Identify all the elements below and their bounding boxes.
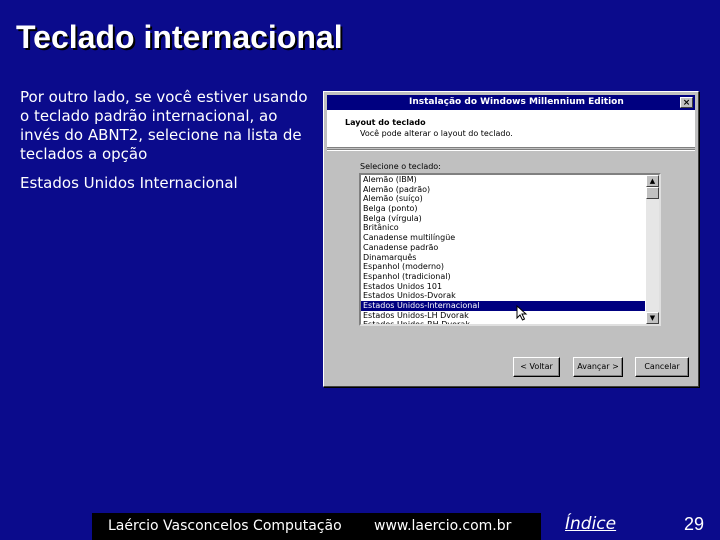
divider <box>327 149 695 151</box>
header-title: Layout do teclado <box>345 118 426 127</box>
footer-company: Laércio Vasconcelos Computação <box>108 518 342 534</box>
list-item[interactable]: Canadense padrão <box>361 243 645 253</box>
list-item[interactable]: Belga (ponto) <box>361 204 645 214</box>
page-number: 29 <box>684 514 705 534</box>
list-item[interactable]: Belga (vírgula) <box>361 214 645 224</box>
list-item[interactable]: Britânico <box>361 223 645 233</box>
keyboard-list-items: Alemão (IBM) Alemão (padrão) Alemão (suíço… <box>361 175 645 324</box>
list-item[interactable]: Alemão (IBM) <box>361 175 645 185</box>
list-item[interactable]: Alemão (padrão) <box>361 185 645 195</box>
keyboard-listbox[interactable]: Alemão (IBM) Alemão (padrão) Alemão (suíço… <box>359 173 661 326</box>
keyboard-list-label: Selecione o teclado: <box>360 162 441 171</box>
scroll-down-icon[interactable]: ▼ <box>646 312 659 324</box>
list-item[interactable]: Estados Unidos-LH Dvorak <box>361 311 645 321</box>
list-item[interactable]: Estados Unidos-Dvorak <box>361 291 645 301</box>
list-item[interactable]: Canadense multilíngüe <box>361 233 645 243</box>
list-item[interactable]: Estados Unidos 101 <box>361 282 645 292</box>
close-icon[interactable]: × <box>680 97 693 108</box>
slide-body: Por outro lado, se você estiver usando o… <box>20 88 312 193</box>
mouse-cursor-icon <box>516 305 528 321</box>
header-subtitle: Você pode alterar o layout do teclado. <box>360 129 513 138</box>
dialog-title: Instalação do Windows Millennium Edition <box>409 97 624 107</box>
list-item[interactable]: Dinamarquês <box>361 253 645 263</box>
list-item[interactable]: Espanhol (moderno) <box>361 262 645 272</box>
index-link[interactable]: Índice <box>565 514 616 534</box>
next-button[interactable]: Avançar > <box>573 357 623 377</box>
list-item[interactable]: Estados Unidos-Internacional <box>361 300 645 311</box>
footer-bar: Laércio Vasconcelos Computação www.laerc… <box>92 513 541 540</box>
list-item[interactable]: Espanhol (tradicional) <box>361 272 645 282</box>
list-item[interactable]: Alemão (suíço) <box>361 194 645 204</box>
scroll-thumb[interactable] <box>646 187 659 199</box>
footer-website: www.laercio.com.br <box>374 518 512 534</box>
listbox-scrollbar[interactable]: ▲ ▼ <box>646 175 659 324</box>
dialog-header: Layout do teclado Você pode alterar o la… <box>327 110 695 148</box>
dialog-titlebar[interactable]: Instalação do Windows Millennium Edition… <box>327 95 695 110</box>
list-item[interactable]: Estados Unidos-RH Dvorak <box>361 320 645 324</box>
back-button[interactable]: < Voltar <box>513 357 560 377</box>
cancel-button[interactable]: Cancelar <box>635 357 689 377</box>
scroll-up-icon[interactable]: ▲ <box>646 175 659 187</box>
body-paragraph: Por outro lado, se você estiver usando o… <box>20 88 308 163</box>
slide-title: Teclado internacional <box>16 19 343 55</box>
setup-dialog: Instalação do Windows Millennium Edition… <box>323 91 699 387</box>
body-paragraph-highlight: Estados Unidos Internacional <box>20 174 238 192</box>
